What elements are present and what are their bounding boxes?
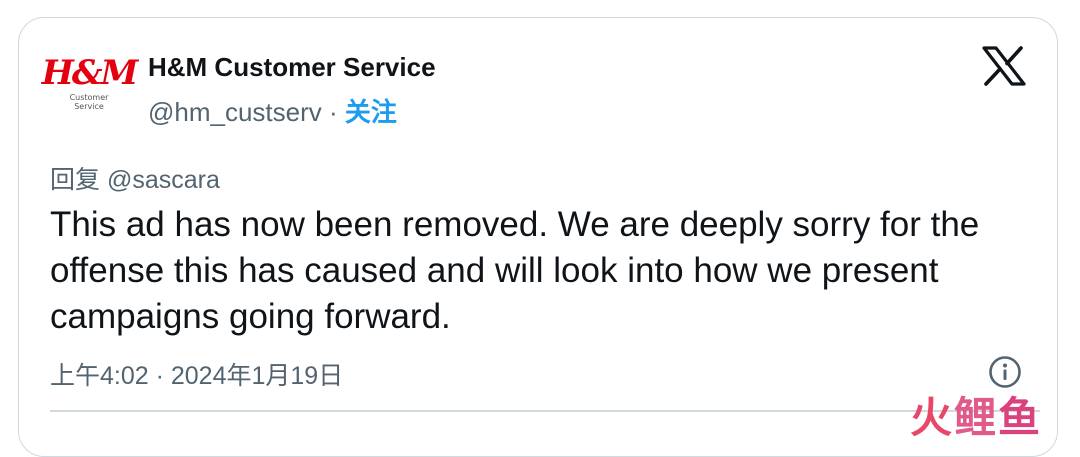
handle-row: @hm_custserv · 关注 <box>148 92 397 129</box>
divider <box>50 410 1040 412</box>
avatar[interactable]: H&M Customer Service <box>42 47 138 133</box>
author-handle[interactable]: @hm_custserv <box>148 97 322 127</box>
author-name[interactable]: H&M Customer Service <box>148 52 436 83</box>
avatar-sub-line2: Service <box>74 102 104 111</box>
x-logo-icon[interactable] <box>982 46 1026 86</box>
watermark-char-3: 鱼 <box>998 393 1043 442</box>
tweet-text: This ad has now been removed. We are dee… <box>50 205 980 336</box>
separator: · <box>321 97 345 127</box>
brand-logo-text: H&M <box>41 53 138 93</box>
watermark-char-1: 火 <box>910 393 955 442</box>
watermark: 火鲤鱼 <box>910 384 1042 445</box>
tweet-timestamp[interactable]: 上午4:02 · 2024年1月19日 <box>50 356 343 392</box>
follow-link[interactable]: 关注 <box>345 97 397 127</box>
reply-context[interactable]: 回复 @sascara <box>50 160 220 196</box>
watermark-char-2: 鲤 <box>954 393 999 442</box>
avatar-sub-line1: Customer <box>69 93 109 102</box>
